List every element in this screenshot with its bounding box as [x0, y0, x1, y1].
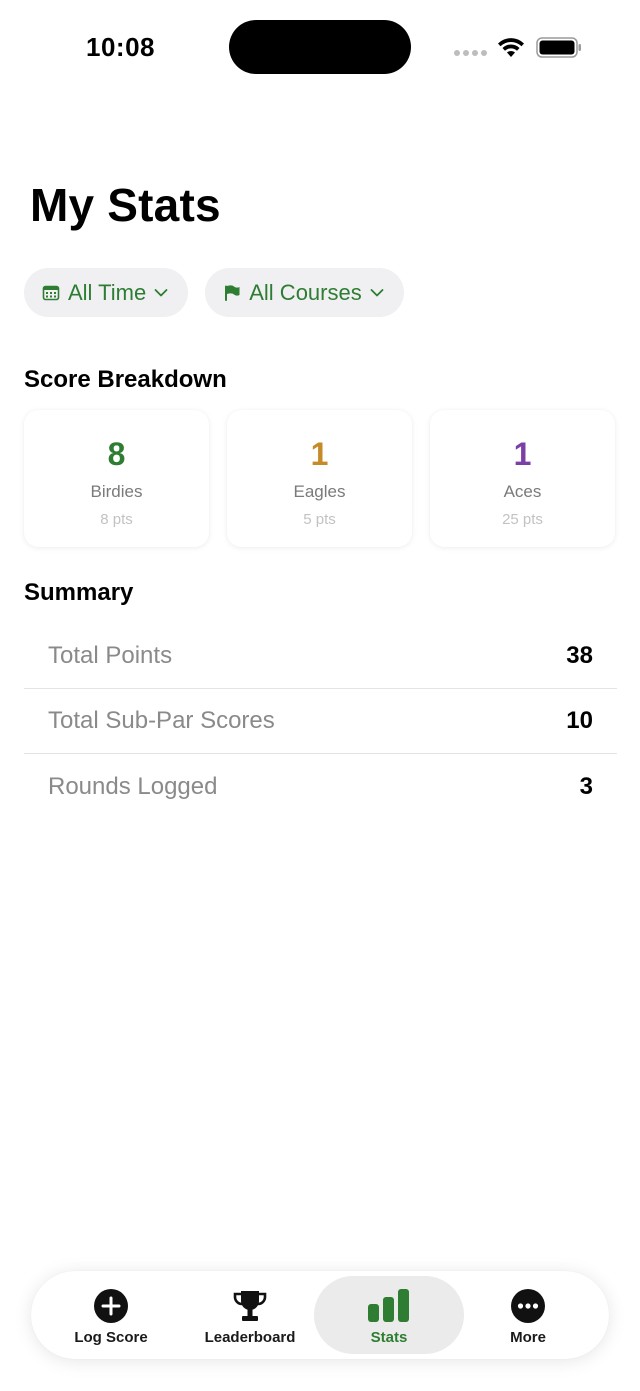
summary-row-value: 38 [566, 642, 593, 669]
score-breakdown-cards: 8 Birdies 8 pts 1 Eagles 5 pts 1 Aces 25… [24, 410, 615, 547]
birdies-count: 8 [107, 436, 126, 472]
page-title: My Stats [30, 179, 221, 231]
calendar-icon [42, 285, 60, 300]
dynamic-island [229, 20, 411, 74]
course-filter-button[interactable]: All Courses [205, 268, 404, 317]
tab-bar: Log Score Leaderboard Stats More [31, 1271, 609, 1359]
tab-label: More [510, 1329, 546, 1346]
time-filter-label: All Time [68, 279, 147, 305]
battery-icon [536, 37, 581, 58]
plus-circle-icon [94, 1289, 128, 1323]
tab-log-score[interactable]: Log Score [36, 1276, 186, 1354]
eagles-label: Eagles [293, 482, 346, 501]
summary-row-sub-par-scores: Total Sub-Par Scores 10 [24, 689, 617, 754]
flag-icon [225, 284, 240, 301]
birdies-label: Birdies [90, 482, 143, 501]
status-bar: 10:08 [0, 0, 640, 95]
cellular-signal-icon [454, 50, 487, 56]
eagles-count: 1 [310, 436, 329, 472]
summary-row-label: Rounds Logged [48, 772, 218, 800]
tab-more[interactable]: More [453, 1276, 603, 1354]
chevron-down-icon [370, 288, 384, 296]
summary-row-value: 3 [579, 772, 593, 800]
aces-points: 25 pts [502, 511, 543, 528]
summary-list: Total Points 38 Total Sub-Par Scores 10 … [24, 624, 617, 819]
time-filter-button[interactable]: All Time [24, 268, 189, 317]
summary-row-rounds-logged: Rounds Logged 3 [24, 754, 617, 819]
summary-row-total-points: Total Points 38 [24, 624, 617, 689]
status-time: 10:08 [86, 32, 155, 62]
tab-stats[interactable]: Stats [314, 1276, 464, 1354]
eagles-card: 1 Eagles 5 pts [227, 410, 412, 547]
summary-row-label: Total Points [48, 642, 173, 669]
bar-chart-icon [368, 1289, 409, 1322]
course-filter-label: All Courses [249, 279, 362, 305]
summary-heading: Summary [24, 579, 134, 606]
aces-count: 1 [513, 436, 532, 472]
aces-card: 1 Aces 25 pts [430, 410, 615, 547]
wifi-icon [498, 38, 524, 57]
score-breakdown-heading: Score Breakdown [24, 366, 227, 393]
tab-label: Leaderboard [204, 1329, 296, 1346]
filter-bar: All Time All Courses [24, 268, 404, 317]
birdies-card: 8 Birdies 8 pts [24, 410, 209, 547]
aces-label: Aces [503, 482, 542, 501]
trophy-icon [233, 1291, 267, 1321]
chevron-down-icon [154, 288, 168, 296]
summary-row-value: 10 [566, 707, 593, 734]
tab-label: Log Score [74, 1329, 148, 1346]
birdies-points: 8 pts [100, 511, 133, 528]
tab-label: Stats [370, 1329, 408, 1346]
tab-leaderboard[interactable]: Leaderboard [175, 1276, 325, 1354]
ellipsis-circle-icon [511, 1289, 545, 1323]
summary-row-label: Total Sub-Par Scores [48, 707, 275, 734]
eagles-points: 5 pts [303, 511, 336, 528]
